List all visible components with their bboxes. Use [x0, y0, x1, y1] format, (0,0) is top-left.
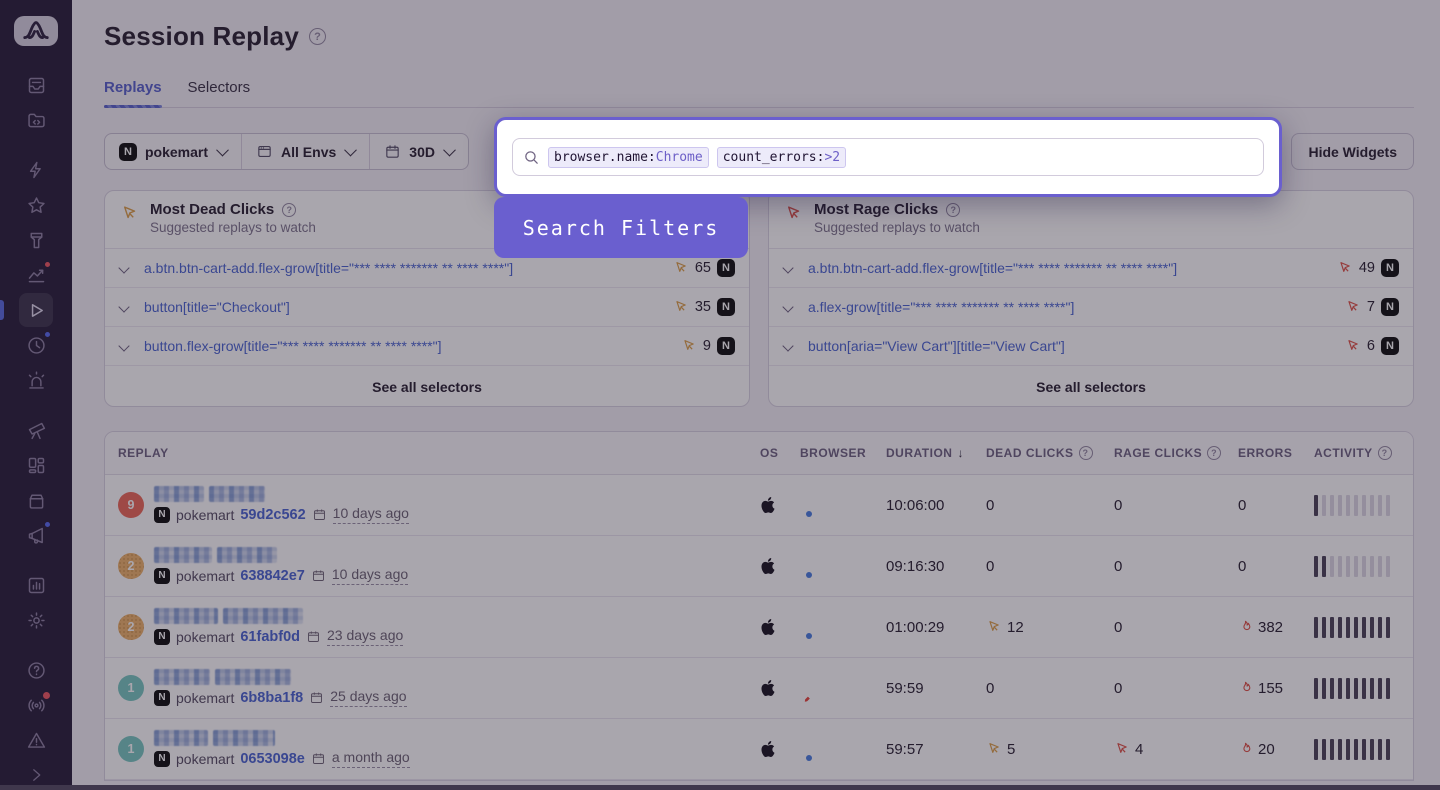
filter-value: >2: [824, 150, 840, 165]
filter-chip-count-errors[interactable]: count_errors:>2: [717, 147, 846, 168]
filter-value: Chrome: [656, 150, 703, 165]
search-icon: [523, 149, 540, 166]
search-filters-tooltip: Search Filters: [494, 197, 748, 258]
filter-key: browser.name:: [554, 150, 656, 165]
filter-key: count_errors:: [723, 150, 825, 165]
search-input[interactable]: browser.name:Chrome count_errors:>2: [512, 138, 1264, 176]
filter-chip-browser[interactable]: browser.name:Chrome: [548, 147, 709, 168]
search-filters-spotlight: browser.name:Chrome count_errors:>2: [494, 117, 1282, 197]
